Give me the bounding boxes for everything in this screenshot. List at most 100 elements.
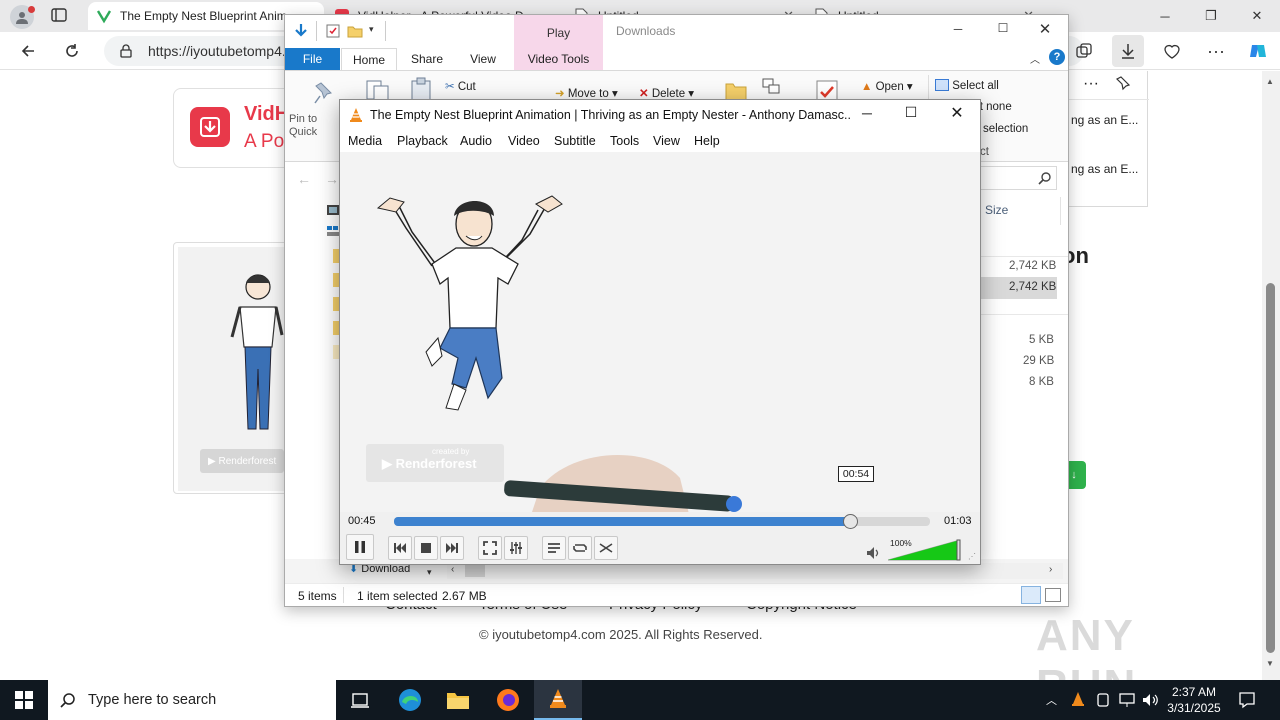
menu-playback[interactable]: Playback <box>397 134 448 148</box>
forward-arrow-icon[interactable]: → <box>325 171 339 187</box>
file-explorer-icon[interactable] <box>434 680 482 720</box>
extended-settings-button[interactable] <box>504 536 528 560</box>
scrollbar-thumb[interactable] <box>1266 283 1275 653</box>
download-item[interactable]: ng as an E... <box>1071 113 1138 127</box>
clock-time: 2:37 AM <box>1171 685 1217 699</box>
maximize-button[interactable]: ☐ <box>896 104 926 121</box>
volume-tray-icon[interactable] <box>1142 692 1160 708</box>
clock[interactable]: 2:37 AM 3/31/2025 <box>1166 684 1222 716</box>
collections-icon[interactable] <box>1070 37 1098 65</box>
videos-folder-icon[interactable] <box>326 203 340 217</box>
menu-help[interactable]: Help <box>694 134 720 148</box>
windows-drive-icon[interactable] <box>326 225 340 237</box>
downloads-button[interactable] <box>1112 35 1144 67</box>
copilot-icon[interactable] <box>1244 37 1272 65</box>
previous-button[interactable] <box>388 536 412 560</box>
device-tray-icon[interactable] <box>1096 692 1110 708</box>
video-thumbnail[interactable]: ▶ Renderforest <box>178 247 290 491</box>
resize-grip-icon[interactable]: ⋰ <box>968 552 976 561</box>
back-arrow-icon[interactable]: ← <box>297 171 311 187</box>
menu-audio[interactable]: Audio <box>460 134 492 148</box>
tab-home[interactable]: Home <box>341 48 397 70</box>
taskbar-search-box[interactable]: Type here to search <box>48 680 336 720</box>
quick-access-dropdown-icon[interactable]: ▾ <box>369 24 374 35</box>
fullscreen-button[interactable] <box>478 536 502 560</box>
vlc-taskbar-icon[interactable] <box>534 680 582 720</box>
video-frame[interactable]: created by ▶ Renderforest <box>340 152 980 512</box>
scroll-left-icon[interactable]: ‹ <box>451 564 454 575</box>
playlist-button[interactable] <box>542 536 566 560</box>
menu-tools[interactable]: Tools <box>610 134 639 148</box>
close-button[interactable]: ✕ <box>1025 20 1065 38</box>
next-button[interactable] <box>440 536 464 560</box>
menu-view[interactable]: View <box>653 134 680 148</box>
properties-icon[interactable] <box>325 23 341 39</box>
minimize-button[interactable]: ─ <box>852 105 882 121</box>
task-view-icon[interactable] <box>336 680 384 720</box>
maximize-button[interactable]: ☐ <box>983 21 1023 35</box>
horizontal-scrollbar[interactable]: ‹ › <box>447 563 1063 579</box>
tab-video-tools[interactable]: Video Tools <box>514 48 603 70</box>
help-icon[interactable]: ? <box>1049 49 1065 65</box>
more-options-icon[interactable]: ··· <box>1083 75 1099 93</box>
chevron-down-icon[interactable]: ▾ <box>427 567 432 578</box>
open-button[interactable]: ▲ Open ▾ <box>861 79 913 93</box>
stop-button[interactable] <box>414 536 438 560</box>
speaker-icon[interactable] <box>866 546 882 560</box>
pause-button[interactable] <box>346 534 374 560</box>
scroll-right-icon[interactable]: › <box>1049 564 1052 575</box>
logo-title: VidH <box>244 103 290 125</box>
select-all-button[interactable]: Select all <box>935 79 999 92</box>
show-hidden-icons-icon[interactable]: ︿ <box>1046 692 1057 708</box>
menu-video[interactable]: Video <box>508 134 540 148</box>
restore-button[interactable]: ❐ <box>1188 0 1234 32</box>
edge-icon[interactable] <box>386 680 434 720</box>
shuffle-button[interactable] <box>594 536 618 560</box>
minimize-button[interactable]: ─ <box>1142 0 1188 32</box>
download-item[interactable]: ng as an E... <box>1071 162 1138 176</box>
seek-handle[interactable] <box>842 514 858 529</box>
close-button[interactable]: ✕ <box>942 103 972 123</box>
search-icon <box>60 692 76 708</box>
browser-essentials-icon[interactable] <box>1158 37 1186 65</box>
large-icons-view-icon[interactable] <box>1045 588 1061 602</box>
network-icon[interactable] <box>1118 692 1136 708</box>
page-scrollbar[interactable]: ▲ ▼ <box>1262 71 1280 680</box>
collapse-ribbon-icon[interactable]: ︿ <box>1030 51 1040 66</box>
pin-to-quick-access-button[interactable]: Pin to Quick access <box>289 113 339 139</box>
move-to-button[interactable]: ➜ Move to ▾ <box>555 86 618 100</box>
minimize-button[interactable]: ─ <box>938 22 978 36</box>
profile-badge <box>28 6 35 13</box>
volume-slider[interactable] <box>888 536 962 562</box>
more-menu-icon[interactable]: ··· <box>1202 37 1230 65</box>
firefox-icon[interactable] <box>484 680 532 720</box>
tab-view[interactable]: View <box>455 48 511 70</box>
column-header-size[interactable]: Size <box>985 203 1008 217</box>
start-button[interactable] <box>0 680 48 720</box>
vidhelper-icon <box>96 8 112 24</box>
menu-media[interactable]: Media <box>348 134 382 148</box>
back-button[interactable] <box>14 37 42 65</box>
pin-icon[interactable] <box>1115 75 1131 91</box>
new-item-icon[interactable] <box>761 77 785 97</box>
vlc-window: The Empty Nest Blueprint Animation | Thr… <box>339 99 981 565</box>
select-all-icon <box>935 79 949 91</box>
new-folder-icon[interactable] <box>347 23 363 39</box>
delete-button[interactable]: ✕ Delete ▾ <box>639 86 694 100</box>
cut-button[interactable]: ✂ Cut <box>445 79 476 93</box>
tab-share[interactable]: Share <box>399 48 455 70</box>
seek-bar[interactable] <box>394 514 930 529</box>
tab-file[interactable]: File <box>285 48 340 70</box>
loop-button[interactable] <box>568 536 592 560</box>
notifications-icon[interactable] <box>1238 691 1256 709</box>
details-view-icon[interactable] <box>1021 586 1041 604</box>
thumb-watermark: ▶ Renderforest <box>200 449 284 473</box>
menu-subtitle[interactable]: Subtitle <box>554 134 596 148</box>
anyrun-watermark: ANY RUN <box>1036 611 1135 680</box>
refresh-button[interactable] <box>58 37 86 65</box>
vlc-tray-icon[interactable] <box>1071 691 1085 707</box>
search-box[interactable] <box>977 166 1057 190</box>
scrollbar-thumb[interactable] <box>465 565 485 577</box>
tab-actions-icon[interactable] <box>50 7 70 25</box>
close-button[interactable]: ✕ <box>1234 0 1280 32</box>
